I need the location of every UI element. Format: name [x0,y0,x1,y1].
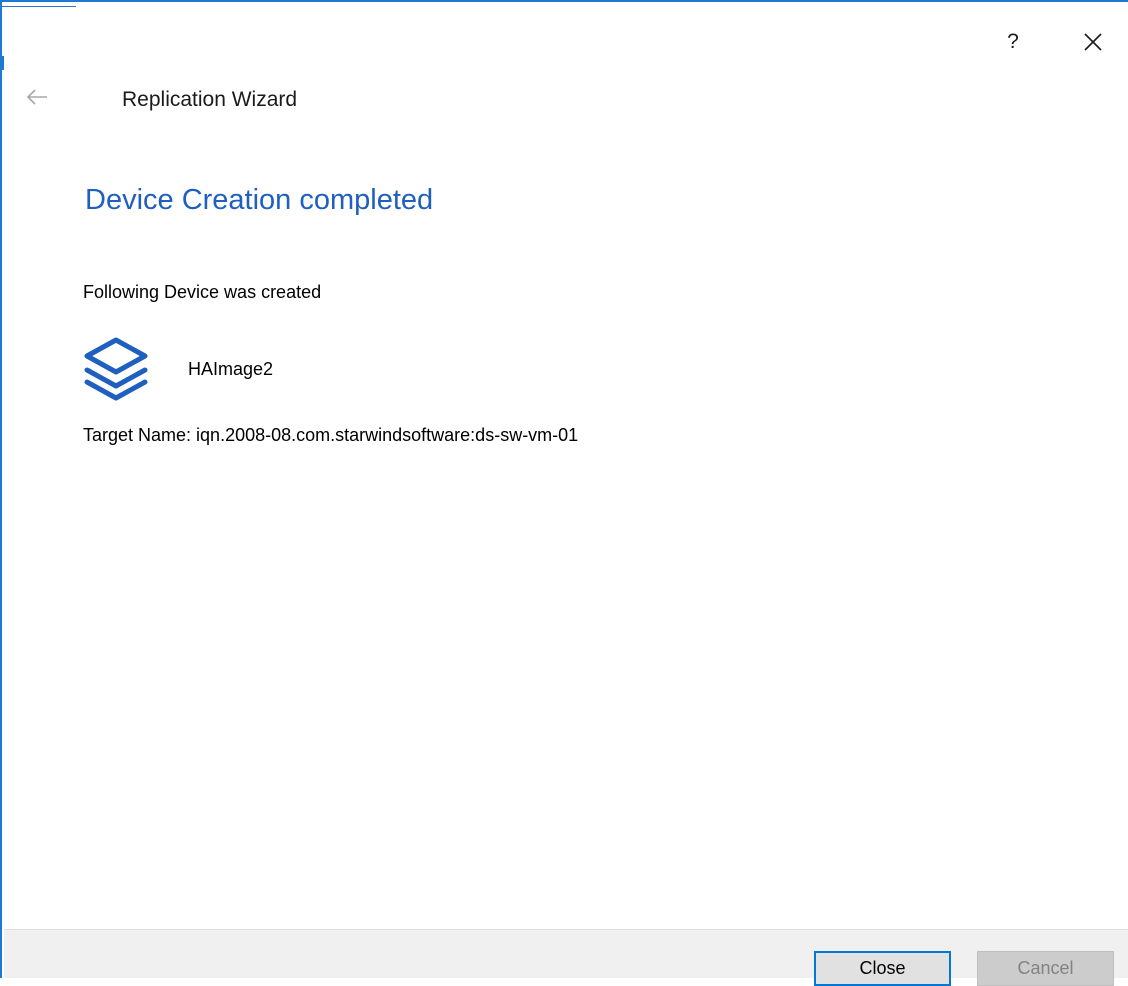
replication-wizard-window: ? Replication Wizard Device Creation com… [0,0,1128,986]
created-device: HAImage2 [82,336,273,402]
page-heading: Device Creation completed [85,184,434,216]
cancel-button: Cancel [977,951,1114,986]
wizard-title: Replication Wizard [122,88,298,111]
layers-stack-icon [82,336,150,402]
window-close-button[interactable] [1064,22,1122,62]
help-button[interactable]: ? [984,22,1042,62]
created-label: Following Device was created [83,282,322,302]
footer-bar: Close Cancel [4,929,1128,986]
arrow-left-icon [26,88,48,110]
close-icon [1083,32,1103,52]
window-edge-artifact [2,2,76,7]
window-edge-artifact-2 [2,56,4,70]
target-name: Target Name: iqn.2008-08.com.starwindsof… [83,425,579,445]
back-button[interactable] [20,86,54,112]
help-icon: ? [1007,30,1019,53]
title-bar-controls: ? [984,22,1128,62]
close-button[interactable]: Close [814,951,951,986]
device-name: HAImage2 [188,358,274,379]
